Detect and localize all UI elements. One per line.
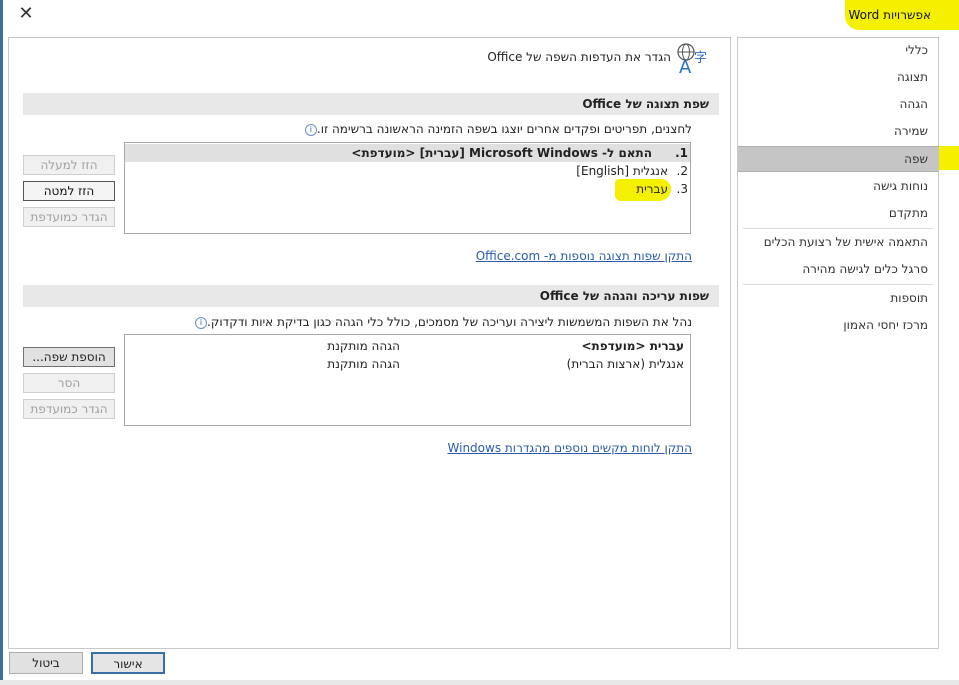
page-title: הגדר את העדפות השפה של Office	[487, 50, 671, 64]
editing-description-text: נהל את השפות המשמשות ליצירה ועריכה של מס…	[207, 315, 692, 329]
cancel-button[interactable]: ביטול	[9, 652, 83, 674]
display-language-item[interactable]: 2. אנגלית [English]	[125, 162, 690, 180]
nav-item-language[interactable]: שפה	[738, 146, 939, 172]
ok-button[interactable]: אישור	[91, 652, 165, 674]
display-description-text: לחצנים, תפריטים ופקדים אחרים יוצגו בשפה …	[316, 122, 692, 136]
editing-language-row[interactable]: אנגלית (ארצות הברית) הגהה מותקנת	[125, 355, 690, 373]
nav-item-proofing[interactable]: הגהה	[738, 92, 928, 116]
info-icon[interactable]: i	[304, 123, 317, 136]
remove-language-button[interactable]: הסר	[23, 373, 115, 393]
item-number: 1.	[675, 146, 688, 160]
nav-item-advanced[interactable]: מתקדם	[738, 201, 928, 225]
item-number: 3.	[676, 182, 688, 196]
proofing-status: הגהה מותקנת	[327, 339, 400, 353]
display-language-list[interactable]: 1. התאם ל- Microsoft Windows [עברית] <מו…	[124, 142, 691, 234]
title-bar	[3, 0, 959, 32]
editing-language-heading: שפות עריכה והגהה של Office	[23, 285, 719, 307]
item-label: אנגלית [English]	[576, 164, 668, 178]
display-language-item[interactable]: 3. עברית	[125, 180, 690, 198]
window-bottom-edge	[0, 680, 959, 685]
language-icon: A 字	[677, 43, 707, 76]
item-label: התאם ל- Microsoft Windows [עברית] <מועדפ…	[351, 146, 652, 160]
display-language-heading: שפת תצוגה של Office	[23, 93, 719, 115]
nav-item-accessibility[interactable]: נוחות גישה	[738, 174, 928, 198]
editing-language-name: אנגלית (ארצות הברית)	[566, 357, 684, 371]
nav-item-trust-center[interactable]: מרכז יחסי האמון	[738, 313, 928, 337]
svg-text:A: A	[679, 57, 692, 76]
display-language-item[interactable]: 1. התאם ל- Microsoft Windows [עברית] <מו…	[125, 144, 690, 162]
proofing-status: הגהה מותקנת	[327, 357, 400, 371]
item-number: 2.	[676, 164, 688, 178]
language-panel: A 字 הגדר את העדפות השפה של Office שפת תצ…	[8, 37, 731, 649]
nav-separator	[743, 284, 933, 285]
editing-language-description: נהל את השפות המשמשות ליצירה ועריכה של מס…	[12, 315, 692, 329]
svg-text:字: 字	[694, 51, 707, 66]
window-edge	[0, 0, 3, 685]
set-preferred-editing-button[interactable]: הגדר כמועדפת	[23, 399, 115, 419]
close-icon[interactable]: ✕	[14, 2, 38, 26]
install-keyboards-link[interactable]: התקן לוחות מקשים נוספים מהגדרות Windows	[448, 441, 692, 455]
nav-separator	[743, 228, 933, 229]
editing-language-row[interactable]: עברית <מועדפת> הגהה מותקנת	[125, 337, 690, 355]
display-language-description: לחצנים, תפריטים ופקדים אחרים יוצגו בשפה …	[12, 122, 692, 136]
set-preferred-display-button[interactable]: הגדר כמועדפת	[23, 207, 115, 227]
nav-item-display[interactable]: תצוגה	[738, 65, 928, 89]
nav-item-general[interactable]: כללי	[738, 38, 928, 62]
add-language-button[interactable]: הוספת שפה...	[23, 347, 115, 367]
nav-item-add-ins[interactable]: תוספות	[738, 286, 928, 310]
editing-language-name: עברית <מועדפת>	[581, 339, 685, 353]
options-nav: כללי תצוגה הגהה שמירה שפה נוחות גישה מתק…	[737, 37, 939, 649]
window-title: אפשרויות Word	[848, 8, 931, 22]
nav-item-customize-ribbon[interactable]: התאמה אישית של רצועת הכלים	[738, 230, 928, 254]
nav-item-quick-access-toolbar[interactable]: סרגל כלים לגישה מהירה	[738, 257, 928, 281]
editing-language-list[interactable]: עברית <מועדפת> הגהה מותקנת אנגלית (ארצות…	[124, 334, 691, 426]
item-label: עברית	[636, 182, 668, 196]
info-icon[interactable]: i	[195, 316, 208, 329]
nav-item-save[interactable]: שמירה	[738, 119, 928, 143]
install-display-languages-link[interactable]: התקן שפות תצוגה נוספות מ- Office.com	[476, 249, 692, 263]
move-down-button[interactable]: הזז למטה	[23, 181, 115, 201]
move-up-button[interactable]: הזז למעלה	[23, 155, 115, 175]
